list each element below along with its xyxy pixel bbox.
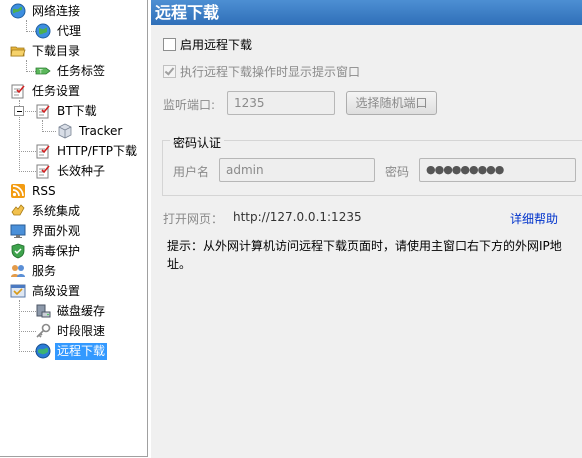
globe-network-icon (10, 3, 26, 19)
hand-integration-icon (11, 204, 25, 216)
tree-item-network[interactable]: 网络连接 (10, 1, 82, 21)
monitor-icon (10, 224, 26, 238)
disk-cache-icon (36, 304, 51, 318)
password-auth-title: 密码认证 (170, 134, 225, 151)
tree-item-download-dir[interactable]: 下载目录 (10, 41, 82, 61)
tree-connector (19, 300, 20, 352)
tree-item-label: Tracker (79, 123, 123, 138)
tree-item-tracker[interactable]: Tracker (57, 121, 124, 141)
tree-item-label: 任务设置 (32, 83, 81, 98)
bt-expand-toggle[interactable] (14, 106, 24, 116)
password-label: 密码 (385, 165, 410, 179)
advanced-settings-icon (10, 284, 26, 298)
people-icon (11, 265, 25, 277)
tree-item-label: 病毒保护 (32, 243, 81, 258)
random-port-button[interactable]: 选择随机端口 (346, 91, 437, 115)
folder-open-icon (10, 46, 26, 57)
tree-item-remote-download[interactable]: 远程下载 (35, 341, 108, 361)
tree-item-label: 时段限速 (57, 323, 106, 338)
globe-remote-icon (35, 343, 51, 359)
open-page-url[interactable]: http://127.0.0.1:1235 (233, 210, 362, 224)
password-input[interactable]: ●●●●●●●●● (419, 158, 576, 182)
port-label: 监听端口: (163, 98, 216, 112)
tree-item-service[interactable]: 服务 (10, 261, 58, 281)
task-checklist-icon (11, 84, 25, 99)
enable-remote-checkbox[interactable]: 启用远程下载 (163, 36, 252, 53)
globe-proxy-icon (35, 23, 51, 39)
tree-item-label: RSS (32, 183, 56, 198)
remote-download-panel: 远程下载 启用远程下载 执行远程下载操作时显示提示窗口 监听端口: 1235 选… (151, 0, 582, 458)
tree-item-rss[interactable]: RSS (10, 181, 58, 201)
tree-item-time-speed-limit[interactable]: 时段限速 (35, 321, 107, 341)
show-prompt-checkbox[interactable]: 执行远程下载操作时显示提示窗口 (163, 63, 360, 80)
task-checklist-icon (36, 144, 50, 159)
tree-item-bt-download[interactable]: BT下载 (35, 101, 99, 121)
tree-item-label: 远程下载 (55, 342, 108, 360)
settings-tree[interactable]: 网络连接 代理 下载目录 T 任务标签 任务设置 BT下载 Tracker HT… (0, 0, 148, 457)
tree-connector (19, 151, 36, 152)
key-icon (36, 323, 51, 338)
tree-connector (42, 131, 56, 132)
tree-item-http-ftp-download[interactable]: HTTP/FTP下载 (35, 141, 139, 161)
username-input[interactable]: admin (219, 158, 375, 182)
tree-item-label: HTTP/FTP下载 (57, 143, 138, 158)
show-prompt-label: 执行远程下载操作时显示提示窗口 (180, 65, 361, 79)
tree-item-label: 系统集成 (32, 203, 81, 218)
tree-item-long-seed[interactable]: 长效种子 (35, 161, 107, 181)
tag-icon: T (35, 67, 51, 76)
task-checklist-icon (36, 104, 50, 119)
task-checklist-icon (36, 164, 50, 179)
tree-item-label: 界面外观 (32, 223, 81, 238)
tree-item-task-tags[interactable]: T 任务标签 (35, 61, 107, 81)
tree-item-label: 下载目录 (32, 43, 81, 58)
tree-item-label: 高级设置 (32, 283, 81, 298)
tree-item-label: 长效种子 (57, 163, 106, 178)
tree-item-virus-protection[interactable]: 病毒保护 (10, 241, 82, 261)
tree-item-appearance[interactable]: 界面外观 (10, 221, 82, 241)
open-page-label: 打开网页： (163, 212, 224, 226)
tree-item-label: 磁盘缓存 (57, 303, 106, 318)
checkbox-box[interactable] (163, 65, 176, 78)
tree-item-proxy[interactable]: 代理 (35, 21, 83, 41)
port-input[interactable]: 1235 (227, 91, 335, 115)
tree-connector (19, 331, 36, 332)
enable-remote-label: 启用远程下载 (180, 38, 253, 52)
svg-text:T: T (38, 69, 43, 76)
shield-icon (11, 243, 25, 259)
tree-item-disk-cache[interactable]: 磁盘缓存 (35, 301, 107, 321)
tree-item-advanced-settings[interactable]: 高级设置 (10, 281, 82, 301)
checkbox-box[interactable] (163, 38, 176, 51)
panel-title: 远程下载 (151, 0, 582, 25)
tree-item-label: 服务 (32, 263, 57, 278)
tree-item-label: 代理 (57, 23, 82, 38)
tree-item-label: BT下载 (57, 103, 97, 118)
tree-connector (19, 351, 36, 352)
tree-item-system-integration[interactable]: 系统集成 (10, 201, 82, 221)
tree-item-task-settings[interactable]: 任务设置 (10, 81, 82, 101)
help-link[interactable]: 详细帮助 (510, 210, 558, 227)
tree-connector (19, 171, 36, 172)
username-label: 用户名 (173, 165, 210, 179)
tip-text: 提示：从外网计算机访问远程下载页面时，请使用主窗口右下方的外网IP地址。 (167, 239, 562, 271)
tree-item-label: 任务标签 (57, 63, 106, 78)
rss-icon (11, 184, 25, 198)
tree-item-label: 网络连接 (32, 3, 81, 18)
tree-connector (19, 311, 36, 312)
cube-icon (58, 123, 72, 139)
